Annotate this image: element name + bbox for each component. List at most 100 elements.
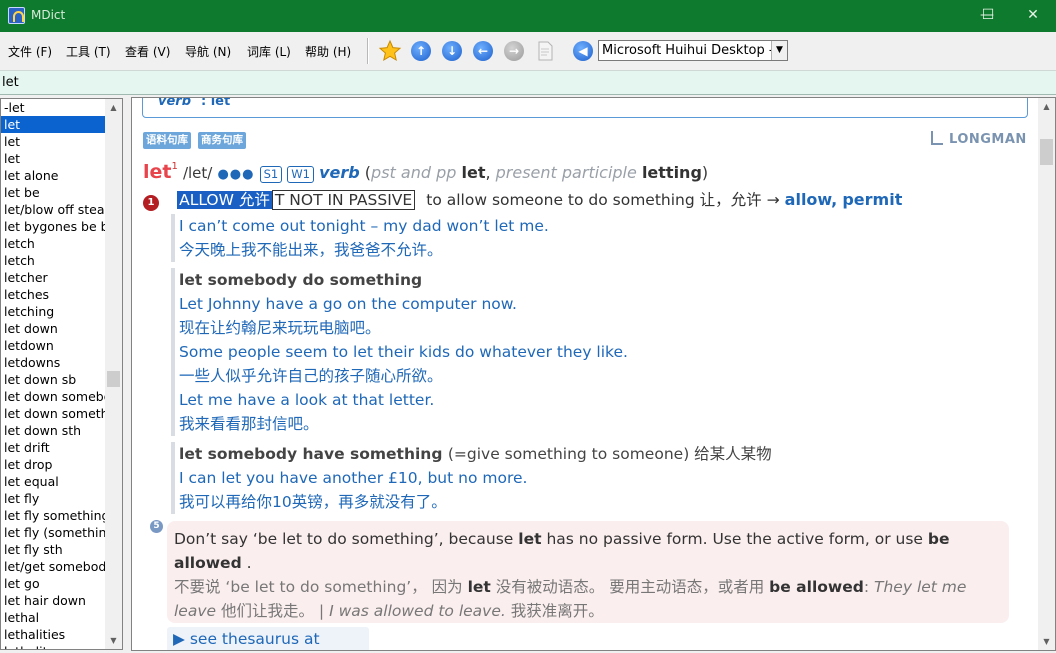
toolbar-separator (367, 38, 369, 64)
part-of-speech: verb (319, 163, 360, 182)
dictionary-brand: LONGMAN (931, 131, 1027, 147)
dictionary-brand-label: LONGMAN (949, 132, 1027, 147)
xref-separator: , (831, 190, 838, 209)
arrow-left-icon[interactable]: ← (471, 39, 495, 63)
word-list-item[interactable]: letch (1, 235, 107, 252)
xref-allow-link[interactable]: allow (785, 190, 832, 209)
word-list-item[interactable]: let (1, 116, 107, 133)
word-list-item[interactable]: -let (1, 99, 107, 116)
example-translation: 今天晚上我不能出来，我爸爸不允许。 (179, 241, 443, 259)
usage-note-zh: 不要说 ‘be let to do something’， 因为 let 没有被… (174, 578, 967, 620)
word-list-item[interactable]: let alone (1, 167, 107, 184)
menu-file[interactable]: 文件 (F) (8, 43, 52, 60)
example-translation: 一些人似乎允许自己的孩子随心所欲。 (179, 367, 443, 385)
scroll-thumb[interactable] (1040, 139, 1053, 165)
word-list-item[interactable]: lethality (1, 643, 107, 649)
scroll-down-icon[interactable]: ▼ (1038, 633, 1055, 650)
word-list-item[interactable]: let drift (1, 439, 107, 456)
star-icon[interactable] (378, 39, 402, 63)
word-list-item[interactable]: let be (1, 184, 107, 201)
search-input[interactable] (2, 73, 1052, 92)
menu-navigate[interactable]: 导航 (N) (185, 43, 231, 60)
close-button[interactable]: ✕ (1010, 0, 1056, 32)
word-list-item[interactable]: letches (1, 286, 107, 303)
business-examples-badge[interactable]: 商务句库 (198, 132, 246, 149)
written-frequency: W1 (287, 166, 314, 183)
word-list-item[interactable]: let drop (1, 456, 107, 473)
example-group-1: I can’t come out tonight – my dad won’t … (171, 214, 549, 262)
chevron-down-icon[interactable]: ▼ (771, 41, 787, 60)
definition: to allow someone to do something 让，允许 → (426, 191, 780, 209)
voice-select[interactable]: Microsoft Huihui Desktop - C ▼ (598, 40, 788, 61)
maximize-button[interactable]: ☐ (965, 0, 1011, 32)
corpus-examples-badge[interactable]: 语料句库 (143, 132, 191, 149)
usage-note-en: Don’t say ‘be let to do something’, beca… (174, 530, 950, 572)
scroll-thumb[interactable] (107, 371, 120, 387)
menu-tools[interactable]: 工具 (T) (66, 43, 111, 60)
page-icon[interactable] (533, 39, 557, 63)
word-list-item[interactable]: letch (1, 252, 107, 269)
example-sentence[interactable]: Let me have a look at that letter. (175, 388, 628, 412)
arrow-right-icon[interactable]: → (502, 39, 526, 63)
pattern-gloss: (=give something to someone) 给某人某物 (447, 445, 772, 463)
word-list-scrollbar[interactable]: ▲ ▼ (105, 99, 122, 649)
example-translation: 我来看看那封信吧。 (179, 415, 319, 433)
word-list-item[interactable]: lethalities (1, 626, 107, 643)
pattern-group-2: let somebody have something (=give somet… (171, 442, 772, 514)
scroll-up-icon[interactable]: ▲ (1038, 98, 1055, 115)
previous-entry-pos: verb (158, 97, 192, 109)
word-list-item[interactable]: let go (1, 575, 107, 592)
word-list-item[interactable]: letdowns (1, 354, 107, 371)
word-list-item[interactable]: let (1, 150, 107, 167)
word-list-item[interactable]: letcher (1, 269, 107, 286)
example-sentence[interactable]: I can let you have another £10, but no m… (175, 466, 772, 490)
scroll-up-icon[interactable]: ▲ (105, 99, 122, 116)
menu-help[interactable]: 帮助 (H) (305, 43, 351, 60)
word-list-item[interactable]: let (1, 133, 107, 150)
pattern-group-1: let somebody do something Let Johnny hav… (171, 268, 628, 436)
word-list-item[interactable]: let down someth (1, 405, 107, 422)
word-list-item[interactable]: lethal (1, 609, 107, 626)
pronunciation[interactable]: /let/ (183, 164, 212, 182)
word-list-item[interactable]: let down somebo (1, 388, 107, 405)
entry-scrollbar[interactable]: ▲ ▼ (1038, 98, 1055, 650)
speaker-icon[interactable]: ◀ (571, 39, 595, 63)
arrow-down-icon[interactable]: ↓ (440, 39, 464, 63)
voice-select-value: Microsoft Huihui Desktop - C (602, 43, 787, 58)
menu-dictionary[interactable]: 词库 (L) (247, 43, 291, 60)
thesaurus-link[interactable]: ▶ see thesaurus at allow (167, 627, 369, 650)
word-list-item[interactable]: letching (1, 303, 107, 320)
grammar-code: T NOT IN PASSIVE (271, 190, 416, 210)
word-list-item[interactable]: let down sb (1, 371, 107, 388)
example-sentence[interactable]: Some people seem to let their kids do wh… (175, 340, 628, 364)
word-list-item[interactable]: let fly (1, 490, 107, 507)
word-list-item[interactable]: let/get somebod (1, 558, 107, 575)
sense-number: 1 (143, 195, 159, 211)
arrow-up-icon[interactable]: ↑ (409, 39, 433, 63)
homograph-number: 1 (171, 161, 178, 172)
word-list-item[interactable]: let hair down (1, 592, 107, 609)
window-title: MDict (31, 8, 66, 22)
previous-entry-word: : let (201, 97, 231, 109)
menu-view[interactable]: 查看 (V) (125, 43, 170, 60)
word-list-item[interactable]: let fly something (1, 507, 107, 524)
example-sentence[interactable]: I can’t come out tonight – my dad won’t … (175, 214, 549, 238)
frequency-dots: ●●● (217, 167, 255, 182)
word-list-item[interactable]: let equal (1, 473, 107, 490)
word-list-item[interactable]: let down sth (1, 422, 107, 439)
spoken-frequency: S1 (259, 166, 283, 183)
entry-view: verb : let 语料句库 商务句库 LONGMAN let1 /let/ … (131, 97, 1056, 651)
word-list-item[interactable]: let fly sth (1, 541, 107, 558)
word-list-item[interactable]: let/blow off stea (1, 201, 107, 218)
signpost: ALLOW 允许 (177, 191, 272, 209)
example-sentence[interactable]: Let Johnny have a go on the computer now… (175, 292, 628, 316)
word-list-item[interactable]: let fly (something (1, 524, 107, 541)
word-list-item[interactable]: let down (1, 320, 107, 337)
example-translation: 我可以再给你10英镑，再多就没有了。 (179, 493, 447, 511)
xref-permit-link[interactable]: permit (842, 190, 902, 209)
title-bar: MDict — ☐ ✕ (0, 0, 1056, 32)
word-list-item[interactable]: let bygones be b (1, 218, 107, 235)
grammar-forms: (pst and pp let, present participle lett… (364, 163, 709, 182)
word-list-item[interactable]: letdown (1, 337, 107, 354)
scroll-down-icon[interactable]: ▼ (105, 632, 122, 649)
